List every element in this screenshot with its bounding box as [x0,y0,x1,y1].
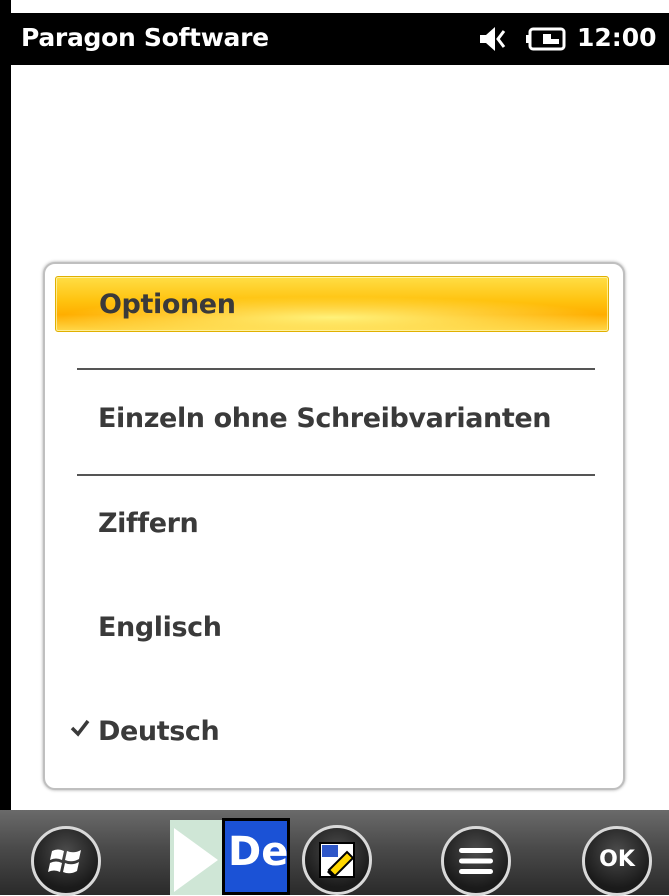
battery-charging-icon[interactable] [525,24,567,54]
context-menu: Optionen Einzeln ohne Schreibvarianten Z… [43,262,625,790]
menu-item-label: Einzeln ohne Schreibvarianten [98,403,552,434]
handwriting-input-icon [319,842,355,878]
menu-item-label: Deutsch [98,716,220,747]
windows-start-icon [48,849,81,874]
checkmark-icon [70,719,90,737]
input-language-button[interactable]: De [222,818,290,895]
menu-item-label: Englisch [98,612,222,643]
menu-item-label: Ziffern [98,508,199,539]
input-method-button[interactable] [302,825,372,895]
ok-button[interactable]: OK [582,826,652,896]
start-button[interactable] [31,826,101,896]
status-bar: Paragon Software 12:00 [11,13,669,65]
app-title: Paragon Software [21,23,269,52]
menu-item-deutsch[interactable]: Deutsch [55,704,607,758]
menu-item-einzeln[interactable]: Einzeln ohne Schreibvarianten [55,391,607,445]
menu-button[interactable] [441,826,511,896]
left-edge [0,0,11,810]
menu-item-englisch[interactable]: Englisch [55,600,607,654]
keyboard-language-label: De [228,829,289,875]
ok-button-label: OK [599,847,635,872]
menu-item-ziffern[interactable]: Ziffern [55,496,607,550]
menu-item-label: Optionen [99,289,236,320]
speaker-muted-icon[interactable] [477,24,511,54]
menu-item-optionen[interactable]: Optionen [55,276,609,332]
input-play-button[interactable] [170,820,222,895]
hamburger-menu-icon [459,848,493,874]
play-icon [174,828,218,892]
menu-separator [77,474,595,476]
clock: 12:00 [577,23,657,52]
menu-separator [77,368,595,370]
